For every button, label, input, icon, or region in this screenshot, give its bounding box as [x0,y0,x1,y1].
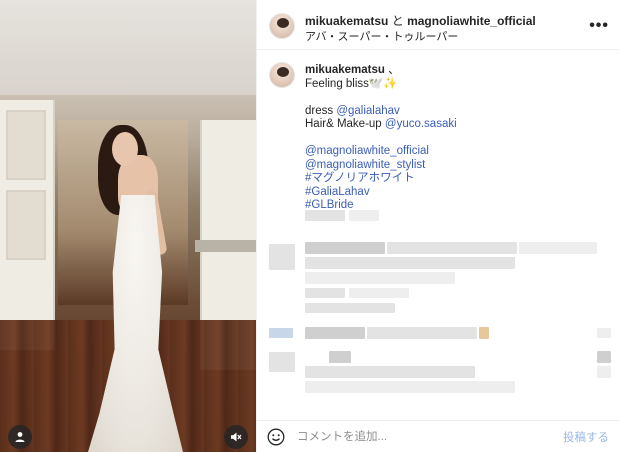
obscured-block [387,242,517,254]
post-media[interactable] [0,0,256,452]
mention-link[interactable]: @yuco.sasaki [385,118,457,130]
obscured-block [597,366,611,378]
post-caption: mikuakematsu 、 Feeling bliss🕊️✨ dress @g… [305,64,605,213]
obscured-block [305,288,345,298]
media-ceiling [0,0,256,95]
cabinet-pane [6,110,46,180]
media-face [112,132,138,166]
obscured-block [269,328,293,338]
hashtag-link[interactable]: #GaliaLahav [305,186,605,200]
post-header: mikuakematsu と magnoliawhite_official アバ… [257,0,620,50]
header-avatar[interactable] [269,13,295,39]
post-comment-button[interactable]: 投稿する [563,429,609,445]
header-joiner: と [391,14,404,28]
obscured-block [597,351,611,363]
dress-label: dress [305,104,337,117]
obscured-block [479,327,489,339]
obscured-block [305,381,515,393]
caption-separator: 、 [388,64,400,76]
obscured-block [519,242,597,254]
obscured-avatar [269,244,295,270]
obscured-block [305,272,455,284]
obscured-block [329,351,351,363]
mention-link[interactable]: @magnoliawhite_stylist [305,159,605,173]
post-sidebar: mikuakematsu と magnoliawhite_official アバ… [256,0,620,452]
user-tag-button[interactable] [8,425,32,449]
caption-avatar[interactable] [269,62,295,88]
obscured-block [305,257,515,269]
comment-bar: 投稿する [257,420,620,452]
hashtag-link[interactable]: #マグノリアホワイト [305,172,605,186]
more-options-button[interactable]: ••• [589,17,609,35]
caption-username[interactable]: mikuakematsu [305,64,385,76]
emoji-icon[interactable] [267,428,285,446]
muted-audio-icon [231,432,242,442]
obscured-avatar [269,352,295,372]
more-options-icon: ••• [589,17,609,34]
header-user1-link[interactable]: mikuakematsu [305,14,388,28]
comment-input[interactable] [297,429,527,445]
user-tag-icon [15,432,25,442]
obscured-block [367,327,477,339]
obscured-block [305,366,475,378]
obscured-block [305,242,385,254]
obscured-block [597,328,611,338]
header-usernames: mikuakematsu と magnoliawhite_official [305,12,536,29]
header-audio-link[interactable]: アバ・スーパー・トゥルーパー [305,28,458,44]
mention-link[interactable]: @magnoliawhite_official [305,145,605,159]
obscured-block [349,210,379,221]
obscured-block [305,210,345,221]
mute-button[interactable] [224,425,248,449]
media-cabinet-left [0,100,55,350]
obscured-block [305,327,365,339]
caption-line: Feeling bliss🕊️✨ [305,77,398,90]
obscured-block [305,303,395,313]
hair-label: Hair& Make-up [305,118,385,130]
header-user2-link[interactable]: magnoliawhite_official [407,14,536,28]
media-counter [195,240,256,252]
cabinet-pane [6,190,46,260]
obscured-block [349,288,409,298]
mention-link[interactable]: @galialahav [336,105,399,117]
